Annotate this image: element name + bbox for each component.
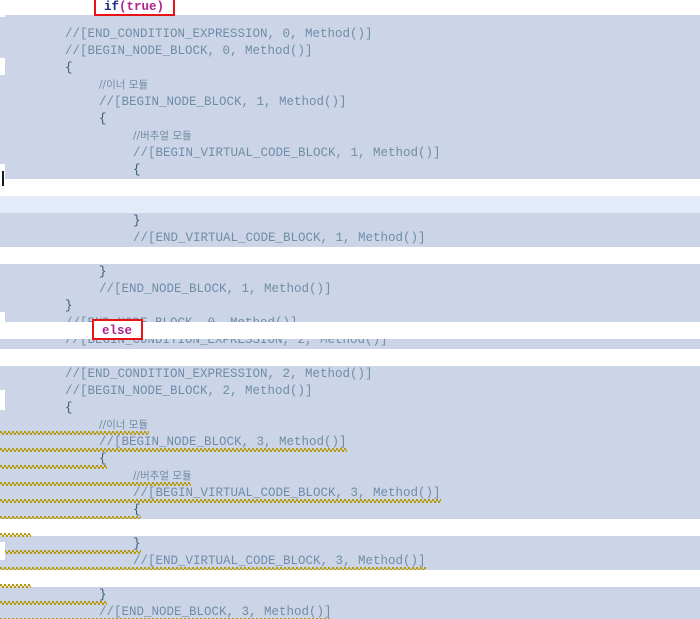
code-line[interactable]: //[BEGIN_VIRTUAL_CODE_BLOCK, 1, Method()…	[0, 145, 700, 162]
code-line-text: //이너 모듈	[99, 79, 149, 91]
code-line[interactable]	[0, 179, 700, 196]
keyword-token: if	[104, 0, 120, 14]
keyword-token: (true)	[119, 0, 165, 14]
code-line[interactable]	[0, 519, 700, 537]
code-line-text: //[BEGIN_NODE_BLOCK, 3, Method()]	[99, 435, 347, 449]
code-line-text: //이너 모듈	[99, 419, 149, 431]
code-line-text: }	[133, 214, 141, 228]
code-line-text: }	[99, 588, 107, 602]
highlighted-keyword-row[interactable]: if(true)	[0, 0, 700, 16]
code-line-text: //버추얼 모듈	[133, 130, 192, 142]
code-line-text: //[END_CONDITION_EXPRESSION, 2, Method()…	[65, 367, 373, 381]
code-line-text: }	[133, 537, 141, 551]
code-line[interactable]: //[BEGIN_NODE_BLOCK, 3, Method()]	[0, 434, 700, 452]
code-line[interactable]: //버추얼 모듈	[0, 468, 700, 486]
code-line[interactable]: {	[0, 60, 700, 77]
code-line[interactable]: //[BEGIN_VIRTUAL_CODE_BLOCK, 3, Method()…	[0, 485, 700, 503]
code-line[interactable]: {	[0, 451, 700, 469]
code-line-text: //[BEGIN_NODE_BLOCK, 1, Method()]	[99, 95, 347, 109]
gutter-change-mark	[0, 390, 5, 410]
code-line[interactable]: }	[0, 298, 700, 315]
code-line[interactable]: //[END_NODE_BLOCK, 1, Method()]	[0, 281, 700, 298]
code-line[interactable]: }	[0, 587, 700, 605]
code-line[interactable]: //[BEGIN_NODE_BLOCK, 1, Method()]	[0, 94, 700, 111]
code-line[interactable]: {	[0, 162, 700, 179]
code-line-text: //[END_NODE_BLOCK, 3, Method()]	[99, 605, 332, 619]
code-line-text: }	[99, 265, 107, 279]
code-line-text: //[BEGIN_NODE_BLOCK, 2, Method()]	[65, 384, 313, 398]
code-line-text: {	[99, 452, 107, 466]
code-line[interactable]: }	[0, 536, 700, 554]
code-line[interactable]: }	[0, 264, 700, 281]
code-line[interactable]: //[BEGIN_NODE_BLOCK, 0, Method()]	[0, 43, 700, 60]
code-line[interactable]: //[END_CONDITION_EXPRESSION, 2, Method()…	[0, 366, 700, 383]
code-line[interactable]	[0, 570, 700, 588]
code-line[interactable]: //이너 모듈	[0, 77, 700, 94]
keyword-token: else	[102, 324, 133, 338]
code-editor-viewport[interactable]: //[END_CONDITION_EXPRESSION, 0, Method()…	[0, 0, 700, 619]
keyword-error-box-else[interactable]: else	[92, 319, 144, 340]
code-line[interactable]: //[END_VIRTUAL_CODE_BLOCK, 3, Method()]	[0, 553, 700, 571]
code-line[interactable]: //[END_CONDITION_EXPRESSION, 0, Method()…	[0, 26, 700, 43]
code-line-text: //버추얼 모듈	[133, 470, 192, 482]
code-line[interactable]: }	[0, 213, 700, 230]
highlighted-keyword-row[interactable]: else	[0, 319, 700, 340]
gutter-change-mark	[0, 58, 5, 75]
code-line-text: //[BEGIN_NODE_BLOCK, 0, Method()]	[65, 44, 313, 58]
code-line-text: //[END_VIRTUAL_CODE_BLOCK, 3, Method()]	[133, 554, 426, 568]
code-line-text: //[BEGIN_VIRTUAL_CODE_BLOCK, 3, Method()…	[133, 486, 441, 500]
code-line-text: //[END_CONDITION_EXPRESSION, 0, Method()…	[65, 27, 373, 41]
code-line-text: {	[99, 112, 107, 126]
code-line[interactable]: //버추얼 모듈	[0, 128, 700, 145]
code-line-text: {	[133, 163, 141, 177]
code-line-text: //[BEGIN_VIRTUAL_CODE_BLOCK, 1, Method()…	[133, 146, 441, 160]
code-line[interactable]	[0, 247, 700, 264]
editor-change-gutter	[0, 0, 5, 619]
code-line-text: {	[133, 503, 141, 517]
gutter-change-mark	[0, 542, 5, 560]
code-line[interactable]: //[END_NODE_BLOCK, 3, Method()]	[0, 604, 700, 619]
code-line[interactable]	[0, 196, 700, 213]
text-caret	[2, 171, 4, 186]
code-line-text: //[END_VIRTUAL_CODE_BLOCK, 1, Method()]	[133, 231, 426, 245]
code-line-text: {	[65, 61, 73, 75]
code-line[interactable]	[0, 349, 700, 366]
code-line-text: {	[65, 401, 73, 415]
code-line[interactable]: //[BEGIN_NODE_BLOCK, 2, Method()]	[0, 383, 700, 400]
code-line[interactable]: {	[0, 400, 700, 417]
code-line-text: //[END_NODE_BLOCK, 1, Method()]	[99, 282, 332, 296]
code-line[interactable]: {	[0, 111, 700, 128]
keyword-error-box-if-true[interactable]: if(true)	[94, 0, 176, 16]
code-line[interactable]: {	[0, 502, 700, 520]
code-line[interactable]: //[END_VIRTUAL_CODE_BLOCK, 1, Method()]	[0, 230, 700, 247]
code-line[interactable]: //이너 모듈	[0, 417, 700, 435]
code-line-text: }	[65, 299, 73, 313]
